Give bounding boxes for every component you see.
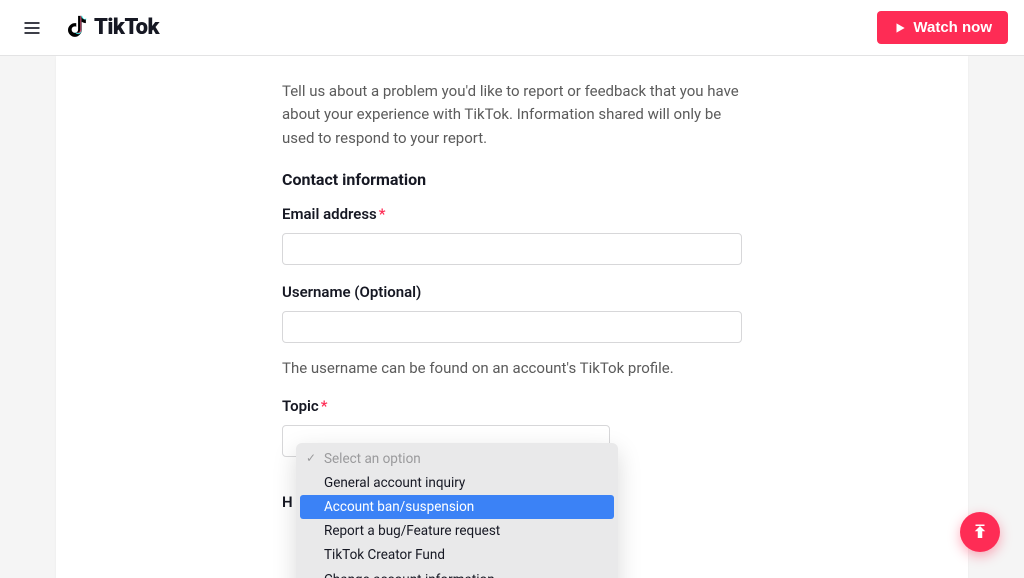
topic-select-wrapper: ✓ Select an option General account inqui… <box>282 425 610 457</box>
menu-button[interactable] <box>16 12 48 44</box>
username-field[interactable] <box>282 311 742 343</box>
form-content: Tell us about a problem you'd like to re… <box>282 80 742 457</box>
topic-option[interactable]: Change account information <box>300 568 614 578</box>
topic-option[interactable]: TikTok Creator Fund <box>300 543 614 567</box>
hamburger-icon <box>22 18 42 38</box>
tiktok-logo[interactable]: TikTok <box>68 13 159 43</box>
contact-info-heading: Contact information <box>282 170 742 189</box>
tiktok-note-icon <box>68 13 90 43</box>
arrow-up-icon <box>971 523 989 541</box>
topic-dropdown: ✓ Select an option General account inqui… <box>296 443 618 578</box>
app-header: TikTok Watch now <box>0 0 1024 56</box>
username-hint: The username can be found on an account'… <box>282 359 742 377</box>
play-icon <box>893 21 907 35</box>
dropdown-placeholder: ✓ Select an option <box>300 447 614 471</box>
brand-text: TikTok <box>94 15 159 40</box>
topic-option[interactable]: Account ban/suspension <box>300 495 614 519</box>
topic-option[interactable]: General account inquiry <box>300 471 614 495</box>
email-label: Email address* <box>282 205 742 223</box>
page-body: Tell us about a problem you'd like to re… <box>0 0 1024 578</box>
required-star: * <box>321 397 328 415</box>
topic-label: Topic* <box>282 397 742 415</box>
how-help-label-partial: H <box>282 493 293 511</box>
required-star: * <box>379 205 386 223</box>
topic-option[interactable]: Report a bug/Feature request <box>300 519 614 543</box>
check-icon: ✓ <box>306 451 316 465</box>
username-label: Username (Optional) <box>282 283 742 301</box>
watch-now-label: Watch now <box>913 19 992 36</box>
intro-text: Tell us about a problem you'd like to re… <box>282 80 742 150</box>
form-card: Tell us about a problem you'd like to re… <box>56 56 968 578</box>
scroll-to-top-button[interactable] <box>960 512 1000 552</box>
watch-now-button[interactable]: Watch now <box>877 11 1008 44</box>
email-field[interactable] <box>282 233 742 265</box>
